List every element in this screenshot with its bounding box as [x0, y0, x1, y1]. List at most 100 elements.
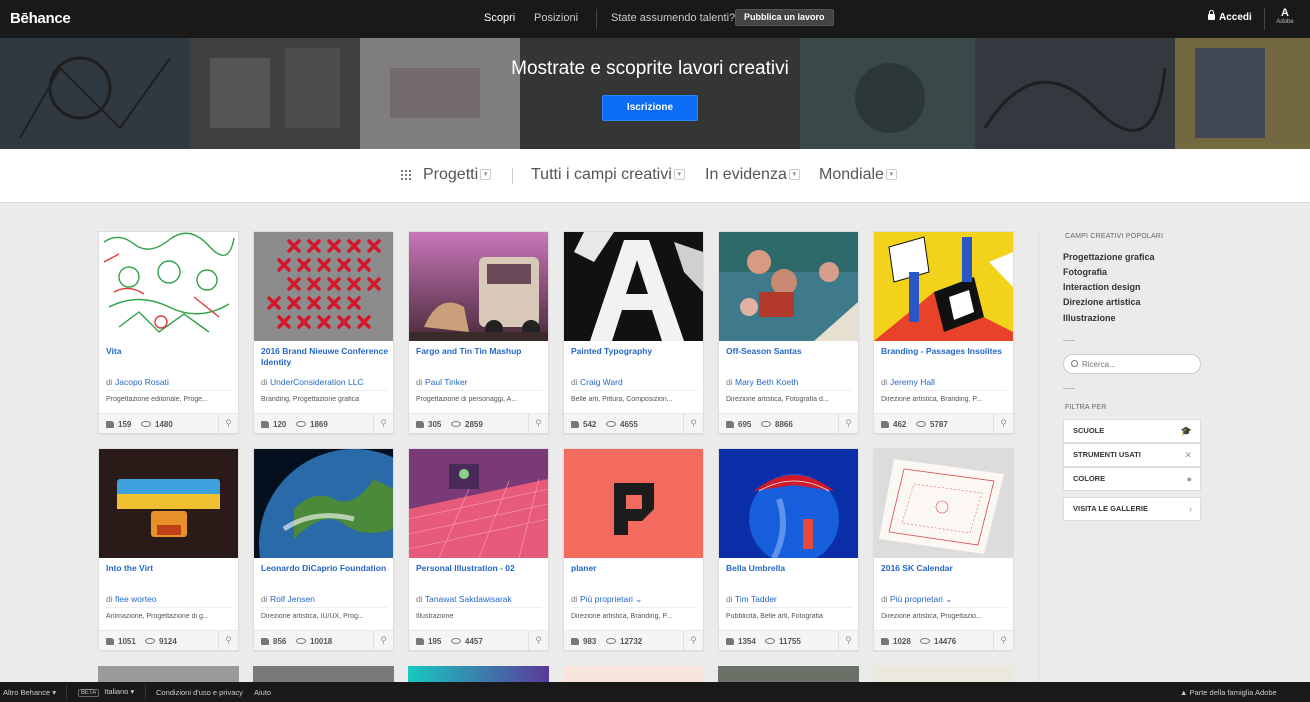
pin-icon[interactable]: ⚲	[683, 414, 703, 433]
project-thumbnail[interactable]	[409, 449, 548, 558]
login-button[interactable]: Accedi	[1208, 10, 1252, 23]
nav-discover[interactable]: Scopri	[484, 12, 515, 24]
project-card[interactable]: planer di Più proprietari ⌄ Direzione ar…	[563, 448, 704, 651]
pin-icon[interactable]: ⚲	[528, 414, 548, 433]
pin-icon[interactable]: ⚲	[683, 631, 703, 650]
owner-link[interactable]: Jacopo Rosati	[115, 377, 169, 387]
project-thumbnail[interactable]	[99, 232, 238, 341]
post-job-button[interactable]: Pubblica un lavoro	[735, 9, 834, 26]
popular-field-link[interactable]: Interaction design	[1063, 282, 1141, 292]
nav-jobs[interactable]: Posizioni	[534, 12, 578, 24]
thumbs-up-icon	[571, 421, 579, 428]
project-title[interactable]: Into the Virt	[106, 563, 234, 574]
filter-color[interactable]: COLORE ●	[1063, 467, 1201, 491]
owner-link[interactable]: Craig Ward	[580, 377, 623, 387]
terms-link[interactable]: Condizioni d'uso e privacy	[156, 688, 243, 697]
project-card[interactable]: Personal Illustration - 02 di Tanawat Sa…	[408, 448, 549, 651]
project-thumbnail[interactable]	[254, 449, 393, 558]
pin-icon[interactable]: ⚲	[218, 414, 238, 433]
owner-link[interactable]: flee worteo	[115, 594, 157, 604]
signup-button[interactable]: Iscrizione	[602, 95, 698, 121]
pin-icon[interactable]: ⚲	[528, 631, 548, 650]
project-title[interactable]: 2016 Brand Nieuwe Conference Identity	[261, 346, 389, 368]
filter-location[interactable]: Mondiale ▾	[819, 166, 897, 184]
project-thumbnail[interactable]	[564, 232, 703, 341]
owner-link[interactable]: Jeremy Hall	[890, 377, 935, 387]
project-title[interactable]: Branding - Passages Insolites	[881, 346, 1009, 357]
project-card[interactable]: 2016 Brand Nieuwe Conference Identity di…	[253, 231, 394, 434]
project-title[interactable]: Leonardo DiCaprio Foundation	[261, 563, 389, 574]
pin-icon[interactable]: ⚲	[373, 414, 393, 433]
project-card[interactable]: Branding - Passages Insolites di Jeremy …	[873, 231, 1014, 434]
project-card[interactable]: Fargo and Tin Tin Mashup di Paul Tinker …	[408, 231, 549, 434]
chevron-down-icon[interactable]: ⌄	[635, 594, 642, 604]
project-stats: 1354 11755 ⚲	[719, 630, 858, 650]
language-menu[interactable]: BETA Italiano ▾	[78, 687, 134, 697]
chevron-down-icon[interactable]: ⌄	[945, 594, 952, 604]
project-thumbnail[interactable]	[874, 449, 1013, 558]
filter-projects[interactable]: Progetti ▾	[423, 166, 492, 184]
filter-schools[interactable]: SCUOLE 🎓	[1063, 419, 1201, 443]
project-thumbnail[interactable]	[719, 449, 858, 558]
owner-link[interactable]: UnderConsideration LLC	[270, 377, 364, 387]
project-card[interactable]: Painted Typography di Craig Ward Belle a…	[563, 231, 704, 434]
project-card[interactable]: 2016 SK Calendar di Più proprietari ⌄ Di…	[873, 448, 1014, 651]
popular-field-link[interactable]: Fotografia	[1063, 267, 1107, 277]
more-behance-menu[interactable]: Altro Behance ▾	[3, 688, 56, 697]
owner-link[interactable]: Mary Beth Koeth	[735, 377, 798, 387]
sidebar-search-input[interactable]	[1082, 357, 1192, 371]
pin-icon[interactable]: ⚲	[993, 631, 1013, 650]
popular-field-link[interactable]: Progettazione grafica	[1063, 252, 1155, 262]
filter-creative-fields[interactable]: Tutti i campi creativi ▾	[531, 166, 685, 184]
pin-icon[interactable]: ⚲	[838, 414, 858, 433]
project-card[interactable]: Off-Season Santas di Mary Beth Koeth Dir…	[718, 231, 859, 434]
project-title[interactable]: planer	[571, 563, 699, 574]
owner-link[interactable]: Paul Tinker	[425, 377, 468, 387]
help-link[interactable]: Aiuto	[254, 688, 271, 697]
owner-link[interactable]: Più proprietari	[580, 594, 633, 604]
project-card[interactable]: Leonardo DiCaprio Foundation di Rolf Jen…	[253, 448, 394, 651]
project-thumbnail-partial[interactable]	[718, 666, 859, 682]
adobe-divider	[1264, 8, 1265, 30]
thumbs-up-icon	[881, 638, 889, 645]
project-thumbnail-partial[interactable]	[253, 666, 394, 682]
pin-icon[interactable]: ⚲	[993, 414, 1013, 433]
project-title[interactable]: Bella Umbrella	[726, 563, 854, 574]
project-thumbnail-partial[interactable]	[98, 666, 239, 682]
project-thumbnail[interactable]	[99, 449, 238, 558]
pin-icon[interactable]: ⚲	[838, 631, 858, 650]
owner-link[interactable]: Più proprietari	[890, 594, 943, 604]
adobe-family-link[interactable]: ▲ Parte della famiglia Adobe	[1180, 688, 1277, 697]
popular-field-link[interactable]: Direzione artistica	[1063, 297, 1141, 307]
project-card[interactable]: Vita di Jacopo Rosati Progettazione edit…	[98, 231, 239, 434]
adobe-logo[interactable]: A Adobe	[1276, 7, 1294, 25]
filter-featured[interactable]: In evidenza ▾	[705, 166, 800, 184]
popular-field-link[interactable]: Illustrazione	[1063, 313, 1116, 323]
project-thumbnail-partial[interactable]	[873, 666, 1014, 682]
project-title[interactable]: Vita	[106, 346, 234, 357]
project-thumbnail-partial[interactable]	[408, 666, 549, 682]
hiring-prompt[interactable]: State assumendo talenti?	[611, 12, 735, 24]
owner-link[interactable]: Tanawat Sakdawisarak	[425, 594, 512, 604]
project-title[interactable]: Personal Illustration - 02	[416, 563, 544, 574]
project-thumbnail[interactable]	[719, 232, 858, 341]
project-thumbnail[interactable]	[874, 232, 1013, 341]
project-thumbnail[interactable]	[409, 232, 548, 341]
project-title[interactable]: Off-Season Santas	[726, 346, 854, 357]
project-card[interactable]: Bella Umbrella di Tim Tadder Pubblicità,…	[718, 448, 859, 651]
project-thumbnail[interactable]	[564, 449, 703, 558]
project-card[interactable]: Into the Virt di flee worteo Animazione,…	[98, 448, 239, 651]
project-title[interactable]: 2016 SK Calendar	[881, 563, 1009, 574]
filter-tools-used[interactable]: STRUMENTI USATI ✕	[1063, 443, 1201, 467]
sidebar-search[interactable]	[1063, 354, 1201, 374]
owner-link[interactable]: Rolf Jensen	[270, 594, 315, 604]
project-thumbnail-partial[interactable]	[563, 666, 704, 682]
visit-galleries-button[interactable]: VISITA LE GALLERIE ›	[1063, 497, 1201, 521]
pin-icon[interactable]: ⚲	[218, 631, 238, 650]
pin-icon[interactable]: ⚲	[373, 631, 393, 650]
project-thumbnail[interactable]	[254, 232, 393, 341]
behance-logo[interactable]: Bēhance	[10, 10, 71, 27]
project-title[interactable]: Painted Typography	[571, 346, 699, 357]
owner-link[interactable]: Tim Tadder	[735, 594, 777, 604]
project-title[interactable]: Fargo and Tin Tin Mashup	[416, 346, 544, 357]
